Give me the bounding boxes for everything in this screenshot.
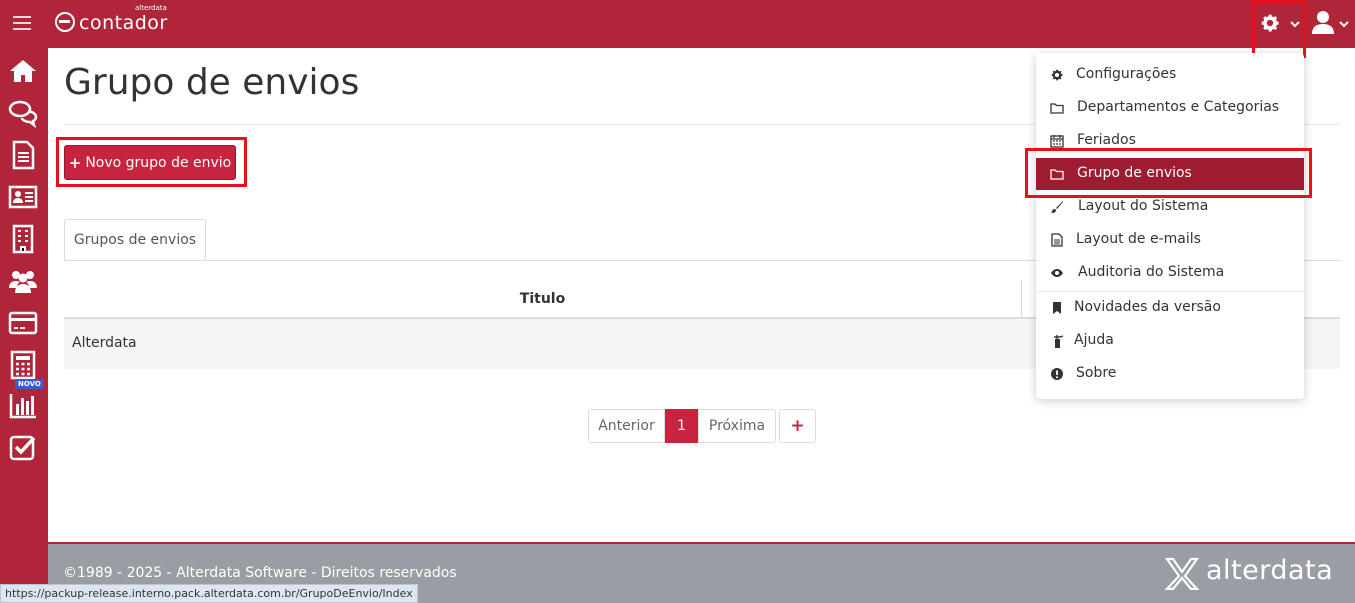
menu-item-sobre[interactable]: Sobre: [1036, 358, 1304, 390]
hamburger-menu-icon[interactable]: [13, 16, 31, 30]
user-button[interactable]: [1311, 6, 1351, 42]
menu-item-label: Departamentos e Categorias: [1077, 99, 1280, 115]
users-icon[interactable]: [8, 266, 38, 296]
add-button[interactable]: +: [779, 409, 816, 443]
alterdata-logo-icon: [1164, 557, 1200, 590]
pagination-page-button[interactable]: 1: [665, 409, 698, 443]
sidebar: NOVO: [0, 48, 48, 603]
menu-item-label: Configurações: [1076, 66, 1177, 82]
new-badge: NOVO: [15, 379, 44, 389]
menu-item-label: Ajuda: [1074, 332, 1114, 348]
new-group-button[interactable]: + Novo grupo de envio: [64, 145, 236, 180]
pagination-next-button[interactable]: Próxima: [698, 409, 776, 443]
id-card-icon[interactable]: [8, 182, 38, 212]
eye-icon: [1051, 269, 1063, 277]
column-header-titulo[interactable]: Titulo: [64, 280, 1021, 318]
brush-icon: [1051, 201, 1063, 213]
menu-item-label: Feriados: [1077, 132, 1136, 148]
home-icon[interactable]: [8, 56, 38, 86]
calendar-icon: [1050, 135, 1064, 148]
pagination: Anterior 1 Próxima: [588, 409, 776, 443]
column-separator: [1021, 280, 1022, 318]
file-icon: [1051, 233, 1063, 247]
menu-item-auditoria[interactable]: Auditoria do Sistema: [1036, 257, 1304, 289]
menu-item-label: Auditoria do Sistema: [1078, 264, 1225, 280]
menu-item-label: Layout do Sistema: [1078, 198, 1209, 214]
folder-icon: [1050, 103, 1064, 114]
menu-item-label: Layout de e-mails: [1076, 231, 1201, 247]
page-title: Grupo de envios: [64, 62, 360, 103]
calculator-icon[interactable]: [8, 350, 38, 380]
new-group-button-label: Novo grupo de envio: [85, 154, 232, 171]
bookmark-icon: [1053, 302, 1061, 314]
logo-text: contador: [79, 12, 168, 34]
plus-icon: +: [68, 153, 82, 172]
user-icon: [1312, 11, 1334, 34]
menu-item-label: Novidades da versão: [1074, 299, 1221, 315]
credit-card-icon[interactable]: [8, 308, 38, 338]
gear-icon: [1051, 69, 1063, 81]
tab-grupos-de-envios[interactable]: Grupos de envios: [64, 219, 206, 261]
menu-item-layout-de-emails[interactable]: Layout de e-mails: [1036, 224, 1304, 256]
menu-item-novidades[interactable]: Novidades da versão: [1036, 292, 1304, 324]
gear-highlight-box: [1252, 0, 1306, 58]
menu-item-label: Sobre: [1076, 365, 1117, 381]
chat-icon[interactable]: [8, 98, 38, 128]
menu-item-ajuda[interactable]: Ajuda: [1036, 325, 1304, 357]
logo-e-icon: [55, 12, 75, 32]
info-icon: [1051, 368, 1063, 380]
footer-copyright: ©1989 - 2025 - Alterdata Software - Dire…: [63, 565, 457, 581]
pagination-prev-button[interactable]: Anterior: [588, 409, 665, 443]
extinguisher-icon: [1054, 335, 1064, 348]
settings-dropdown-menu: Configurações Departamentos e Categorias…: [1036, 53, 1304, 399]
top-bar: contador alterdata: [0, 0, 1355, 48]
bar-chart-icon[interactable]: [8, 390, 38, 420]
menu-item-configuracoes[interactable]: Configurações: [1036, 59, 1304, 91]
menu-item-highlight-box: [1025, 148, 1312, 198]
logo-small-text: alterdata: [135, 4, 167, 12]
table-cell-titulo: Alterdata: [72, 335, 137, 351]
status-bar-url: https://packup-release.interno.pack.alte…: [0, 584, 418, 603]
footer-logo-text: alterdata: [1206, 555, 1334, 586]
building-icon[interactable]: [8, 224, 38, 254]
document-icon[interactable]: [8, 140, 38, 170]
menu-item-departamentos[interactable]: Departamentos e Categorias: [1036, 92, 1304, 124]
chevron-down-icon: [1339, 21, 1349, 28]
checkbox-icon[interactable]: [8, 432, 38, 462]
